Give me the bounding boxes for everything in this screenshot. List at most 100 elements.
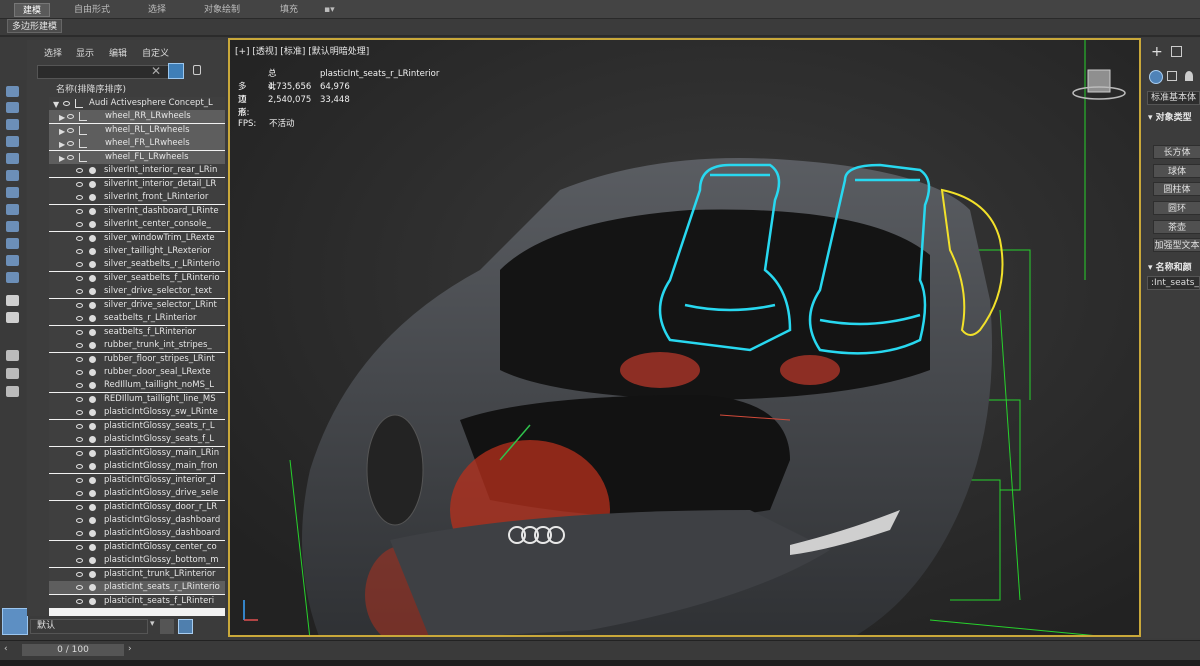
eye-icon[interactable] [67, 154, 74, 160]
spacewarp-icon[interactable] [6, 187, 19, 198]
list-item[interactable]: silverInt_dashboard_LRinte [49, 204, 225, 218]
eye-icon[interactable] [76, 477, 83, 483]
expand-arrow-icon[interactable]: ▶ [59, 152, 65, 164]
eye-icon[interactable] [76, 531, 83, 537]
eye-icon[interactable] [76, 585, 83, 591]
modify-icon[interactable] [1171, 46, 1182, 57]
category-dropdown[interactable]: 标准基本体 [1147, 91, 1200, 105]
list-item[interactable]: plasticIntGlossy_dashboard [49, 527, 225, 541]
list-item[interactable]: plasticIntGlossy_drive_sele [49, 487, 225, 501]
list-item[interactable]: plasticInt_trunk_LRinterior [49, 567, 225, 581]
list-item[interactable]: plasticInt_seats_r_LRinterio [49, 581, 225, 595]
eye-icon[interactable] [76, 195, 83, 201]
timeline-track[interactable] [0, 660, 1200, 666]
list-item[interactable]: plasticIntGlossy_door_r_LR [49, 500, 225, 514]
list-item[interactable]: plasticIntGlossy_main_LRin [49, 446, 225, 460]
list-item[interactable]: RedIllum_taillight_noMS_L [49, 379, 225, 393]
tab-object-paint[interactable]: 对象绘制 [196, 3, 248, 17]
shape-icon[interactable] [6, 119, 19, 130]
box-button[interactable]: 长方体 [1153, 145, 1200, 159]
camera-icon[interactable] [6, 136, 19, 147]
tab-polygon-modeling[interactable]: 多边形建模 [7, 19, 63, 33]
time-slider[interactable]: 0 / 100 [22, 644, 124, 656]
container-icon[interactable] [6, 221, 19, 232]
list-item[interactable]: plasticIntGlossy_interior_d [49, 473, 225, 487]
geometry-icon[interactable] [6, 102, 19, 113]
menu-edit[interactable]: 编辑 [109, 46, 127, 59]
light-icon[interactable] [6, 153, 19, 164]
column-header-name[interactable]: 名称(排降序排序) [49, 83, 225, 97]
eye-icon[interactable] [76, 248, 83, 254]
frozen-icon[interactable] [6, 272, 19, 283]
funnel-icon[interactable] [6, 368, 19, 379]
tab-freeform[interactable]: 自由形式 [66, 3, 118, 17]
tab-modeling[interactable]: 建模 [14, 3, 51, 17]
menu-select[interactable]: 选择 [44, 46, 62, 59]
expand-arrow-icon[interactable]: ▶ [59, 111, 65, 123]
name-color-header[interactable]: ▾ 名称和颜 [1148, 260, 1192, 273]
sort-icon[interactable] [6, 386, 19, 397]
close-icon[interactable]: ✕ [151, 64, 161, 78]
eye-icon[interactable] [67, 114, 74, 120]
eye-icon[interactable] [76, 598, 83, 604]
object-name-field[interactable]: :Int_seats_ [1147, 276, 1200, 290]
eye-icon[interactable] [76, 208, 83, 214]
eye-icon[interactable] [76, 168, 83, 174]
eye-icon[interactable] [76, 235, 83, 241]
eye-icon[interactable] [67, 141, 74, 147]
list-item[interactable]: silverInt_interior_detail_LR [49, 177, 225, 191]
layers-icon[interactable] [160, 619, 174, 634]
list-item[interactable]: plasticIntGlossy_main_fron [49, 460, 225, 474]
list-item[interactable]: ▼ Audi Activesphere Concept_L [49, 97, 225, 110]
menu-display[interactable]: 显示 [76, 46, 94, 59]
eye-icon[interactable] [76, 275, 83, 281]
list-item[interactable]: plasticIntGlossy_sw_LRinte [49, 406, 225, 420]
list-item[interactable]: seatbelts_r_LRinterior [49, 312, 225, 326]
list-item[interactable]: silverInt_front_LRinterior [49, 191, 225, 205]
group-icon[interactable] [6, 255, 19, 266]
eye-icon[interactable] [76, 356, 83, 362]
eye-icon[interactable] [76, 329, 83, 335]
lock-icon[interactable] [193, 65, 201, 75]
list-item[interactable]: plasticIntGlossy_center_co [49, 540, 225, 554]
eye-icon[interactable] [76, 423, 83, 429]
eye-icon[interactable] [76, 437, 83, 443]
list-item[interactable]: ▶ wheel_RR_LRwheels [49, 110, 225, 124]
eye-icon[interactable] [76, 316, 83, 322]
scene-explorer-toggle-icon[interactable] [2, 608, 28, 635]
select-icon[interactable] [6, 86, 19, 97]
eye-icon[interactable] [76, 558, 83, 564]
eye-icon[interactable] [76, 450, 83, 456]
eye-icon[interactable] [76, 181, 83, 187]
list-item[interactable]: rubber_door_seal_LRexte [49, 366, 225, 379]
eye-icon[interactable] [76, 289, 83, 295]
chevron-left-icon[interactable]: ‹ [4, 644, 8, 654]
filter-icon[interactable] [6, 350, 19, 361]
layer-dropdown[interactable]: 默认 [30, 619, 148, 634]
eye-icon[interactable] [76, 517, 83, 523]
expand-arrow-icon[interactable]: ▼ [53, 98, 59, 110]
perspective-viewport[interactable]: [+] [透视] [标准] [默认明暗处理] 总计 plasticInt_sea… [228, 38, 1141, 637]
object-type-header[interactable]: ▾ 对象类型 [1148, 110, 1192, 123]
eye-icon[interactable] [76, 544, 83, 550]
eye-icon[interactable] [76, 302, 83, 308]
textplus-button[interactable]: 加强型文本 [1153, 238, 1200, 252]
list-item[interactable]: silver_drive_selector_LRint [49, 298, 225, 312]
chevron-right-icon[interactable]: › [128, 644, 132, 654]
eye-icon[interactable] [76, 370, 83, 375]
eye-icon[interactable] [67, 127, 74, 133]
bone-icon[interactable] [6, 204, 19, 215]
list-item[interactable]: ▶ wheel_FL_LRwheels [49, 150, 225, 164]
expand-arrow-icon[interactable]: ▶ [59, 138, 65, 150]
list-item[interactable]: rubber_floor_stripes_LRint [49, 352, 225, 366]
eye-icon[interactable] [63, 101, 70, 106]
list-item[interactable]: ▶ wheel_FR_LRwheels [49, 137, 225, 151]
eye-icon[interactable] [76, 464, 83, 470]
tab-populate[interactable]: 填充 [272, 3, 306, 17]
expand-arrow-icon[interactable]: ▶ [59, 125, 65, 137]
eye-icon[interactable] [76, 383, 83, 389]
shapes-category-icon[interactable] [1167, 71, 1177, 81]
list-item[interactable]: plasticIntGlossy_dashboard [49, 513, 225, 527]
tab-selection[interactable]: 选择 [140, 3, 174, 17]
list-item[interactable]: plasticIntGlossy_seats_r_L [49, 419, 225, 433]
